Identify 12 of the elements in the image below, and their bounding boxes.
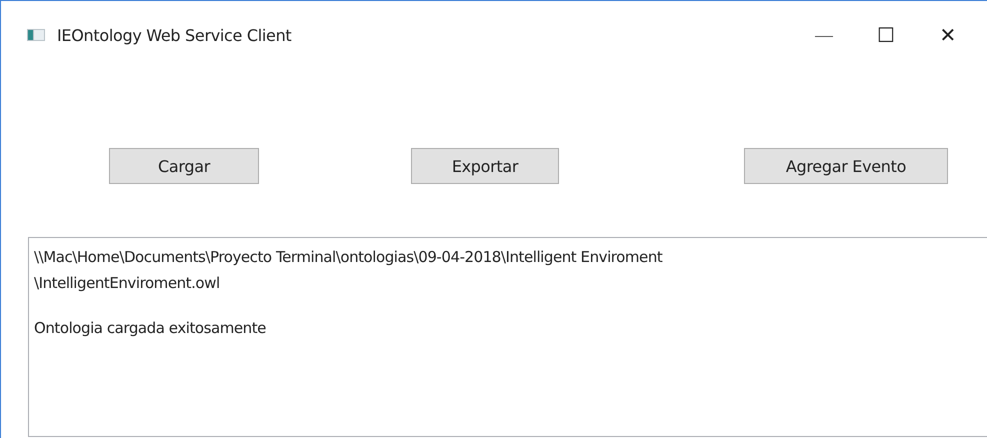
close-button[interactable]: ✕	[917, 15, 979, 55]
app-icon	[27, 29, 45, 41]
output-line: \\Mac\Home\Documents\Proyecto Terminal\ontologias\09-04-2018\Intelligent Enviroment	[34, 247, 664, 268]
add-event-button[interactable]: Agregar Evento	[744, 148, 948, 184]
minimize-button[interactable]: —	[793, 15, 855, 55]
maximize-button[interactable]: ☐	[855, 15, 917, 55]
output-text-area[interactable]: \\Mac\Home\Documents\Proyecto Terminal\ontologias\09-04-2018\Intelligent Enviroment \IntelligentEnviroment.owl Ontologia cargada exitosamente	[28, 237, 987, 437]
load-button[interactable]: Cargar	[109, 148, 259, 184]
export-button[interactable]: Exportar	[411, 148, 559, 184]
output-line: \IntelligentEnviroment.owl	[34, 273, 221, 294]
output-line: Ontologia cargada exitosamente	[34, 318, 267, 339]
window-title: IEOntology Web Service Client	[57, 26, 292, 44]
